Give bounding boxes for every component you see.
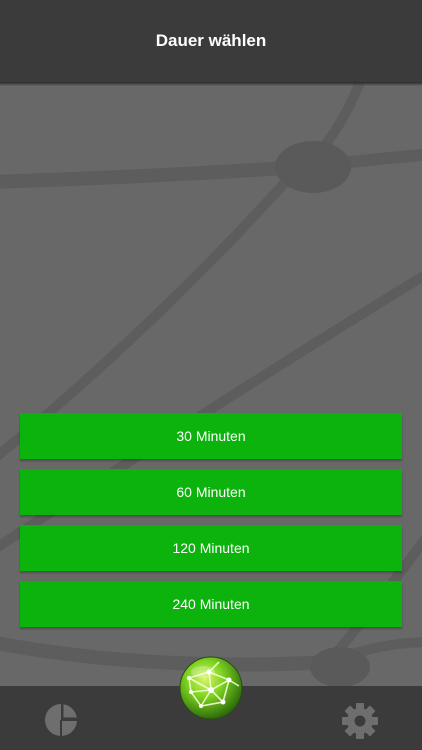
duration-list: 30 Minuten 60 Minuten 120 Minuten 240 Mi… — [20, 413, 402, 637]
globe-network-icon[interactable] — [179, 656, 243, 720]
duration-button-240[interactable]: 240 Minuten — [20, 581, 402, 627]
duration-button-60[interactable]: 60 Minuten — [20, 469, 402, 515]
duration-button-120[interactable]: 120 Minuten — [20, 525, 402, 571]
header-shadow — [0, 82, 422, 86]
header-bar: Dauer wählen — [0, 0, 422, 82]
pie-chart-icon[interactable] — [44, 703, 78, 737]
gear-icon[interactable] — [341, 702, 379, 740]
page-title: Dauer wählen — [155, 31, 267, 50]
duration-button-30[interactable]: 30 Minuten — [20, 413, 402, 459]
